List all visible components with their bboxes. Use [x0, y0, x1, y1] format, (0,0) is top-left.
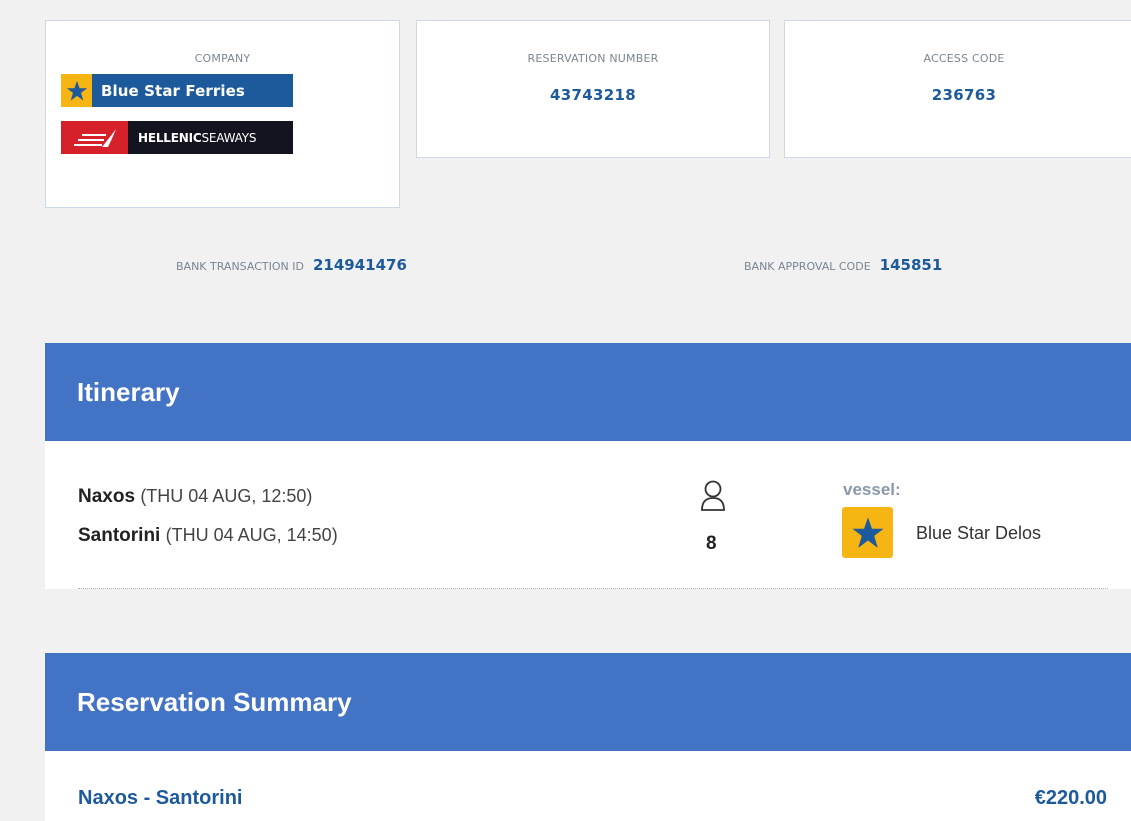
access-code-label: ACCESS CODE [923, 52, 1005, 65]
route-departure: Naxos (THU 04 AUG, 12:50) [78, 486, 312, 508]
summary-row [45, 751, 1131, 821]
access-code-card: ACCESS CODE 236763 [784, 20, 1131, 158]
reservation-number-label: RESERVATION NUMBER [527, 52, 659, 65]
vessel-label: vessel: [843, 480, 901, 499]
hellenic-seaways-logo: HELLENICSEAWAYS [61, 121, 293, 154]
passenger-count: 8 [706, 533, 717, 554]
bank-transaction: BANK TRANSACTION ID 214941476 [176, 256, 407, 274]
departure-time: (THU 04 AUG, 12:50) [140, 486, 313, 506]
itinerary-title: Itinerary [77, 376, 180, 407]
arrival-time: (THU 04 AUG, 14:50) [165, 525, 338, 545]
itinerary-body [45, 441, 1131, 589]
vessel-star-icon [842, 507, 893, 558]
itinerary-header: Itinerary [45, 343, 1131, 441]
summary-header: Reservation Summary [45, 653, 1131, 751]
wave-icon [61, 121, 128, 154]
bank-transaction-label: BANK TRANSACTION ID [176, 260, 304, 273]
vessel-name: Blue Star Delos [916, 523, 1042, 543]
blue-star-ferries-logo: Blue Star Ferries [61, 74, 293, 107]
bank-approval-value: 145851 [879, 256, 943, 274]
bank-approval: BANK APPROVAL CODE 145851 [744, 256, 942, 274]
blue-star-ferries-name: Blue Star Ferries [101, 81, 245, 100]
hellenic-bold-text: HELLENIC [138, 130, 202, 145]
departure-port: Naxos [78, 486, 136, 507]
company-card: COMPANY [45, 20, 400, 208]
star-icon [61, 74, 92, 107]
summary-title: Reservation Summary [77, 686, 352, 717]
route-arrival: Santorini (THU 04 AUG, 14:50) [78, 525, 338, 547]
bank-approval-label: BANK APPROVAL CODE [744, 260, 871, 273]
summary-price: €220.00 [1034, 787, 1107, 809]
summary-route: Naxos - Santorini [78, 787, 243, 809]
reservation-number-card: RESERVATION NUMBER 43743218 [416, 20, 770, 158]
arrival-port: Santorini [78, 525, 161, 546]
person-icon [700, 480, 726, 517]
itinerary-divider [78, 588, 1108, 589]
hellenic-seaways-name: HELLENICSEAWAYS [128, 131, 256, 145]
access-code-value: 236763 [931, 86, 997, 104]
bank-transaction-value: 214941476 [312, 256, 407, 274]
seaways-text: SEAWAYS [201, 130, 257, 145]
reservation-number-value: 43743218 [550, 86, 636, 104]
company-label: COMPANY [194, 52, 251, 65]
